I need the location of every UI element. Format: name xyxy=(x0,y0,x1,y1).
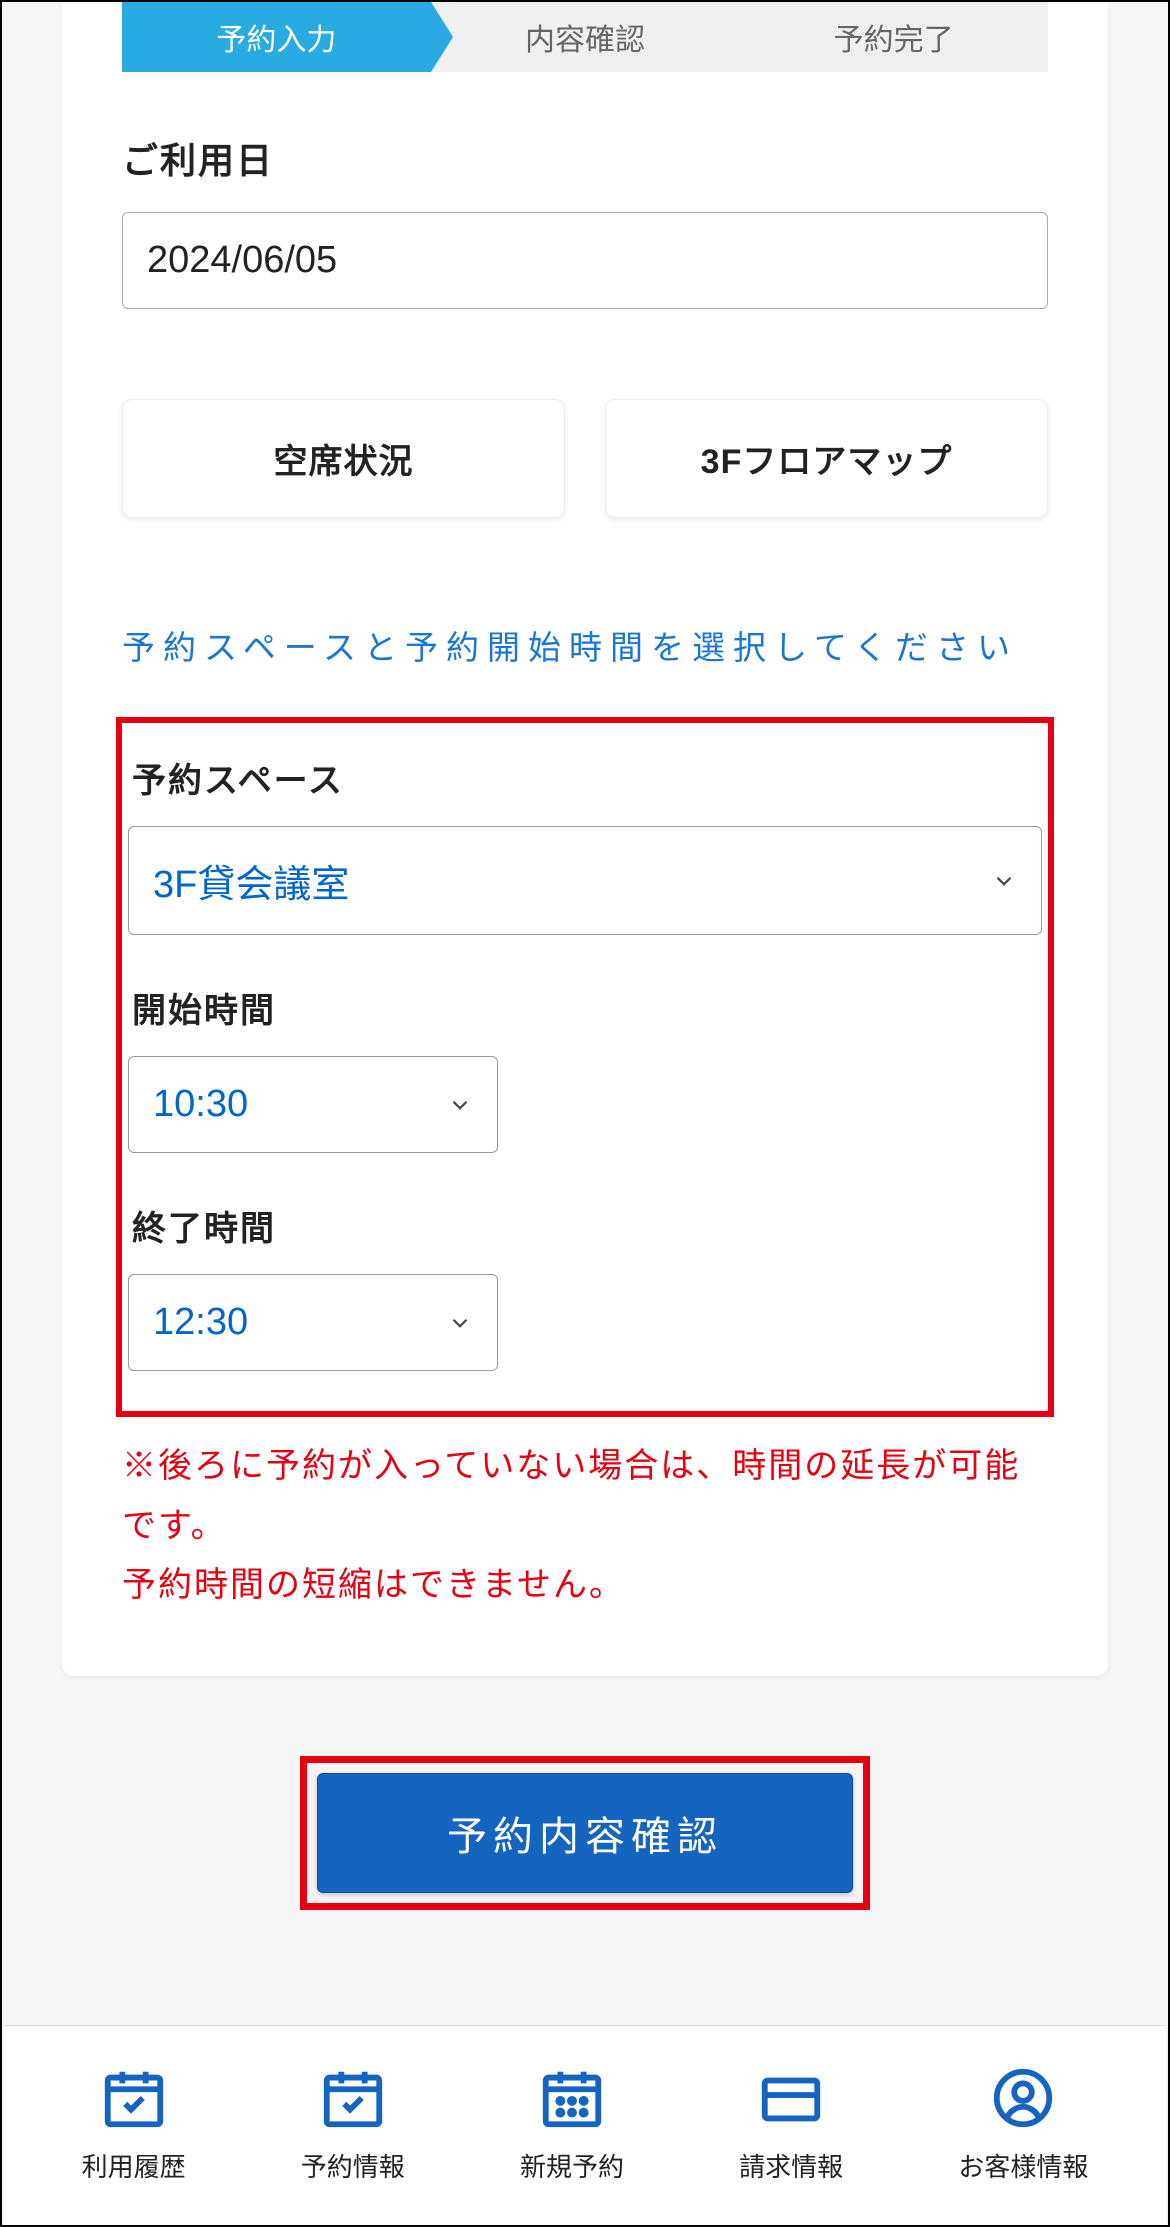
step-input: 予約入力 xyxy=(122,2,431,72)
nav-label: 新規予約 xyxy=(520,2147,624,2184)
card-icon xyxy=(751,2063,831,2133)
nav-customer-info[interactable]: お客様情報 xyxy=(958,2063,1088,2184)
chevron-down-icon xyxy=(447,1092,473,1118)
space-select[interactable]: 3F貸会議室 xyxy=(128,826,1042,935)
nav-history[interactable]: 利用履歴 xyxy=(82,2063,186,2184)
user-icon xyxy=(983,2063,1063,2133)
calendar-grid-icon xyxy=(532,2063,612,2133)
warning-text: ※後ろに予約が入っていない場合は、時間の延長が可能です。 予約時間の短縮はできま… xyxy=(62,1417,1108,1616)
date-label: ご利用日 xyxy=(122,132,1048,184)
availability-button[interactable]: 空席状況 xyxy=(122,399,565,518)
nav-reservation-info[interactable]: 予約情報 xyxy=(301,2063,405,2184)
calendar-check-icon xyxy=(94,2063,174,2133)
start-time-value: 10:30 xyxy=(153,1083,248,1126)
bottom-nav: 利用履歴 予約情報 新規予約 請求情報 お客様情報 xyxy=(4,2025,1166,2225)
progress-stepper: 予約入力 内容確認 予約完了 xyxy=(62,2,1108,72)
nav-new-reservation[interactable]: 新規予約 xyxy=(520,2063,624,2184)
confirm-button[interactable]: 予約内容確認 xyxy=(317,1773,853,1893)
nav-label: お客様情報 xyxy=(958,2147,1088,2184)
end-time-label: 終了時間 xyxy=(128,1201,1042,1250)
calendar-check-icon xyxy=(313,2063,393,2133)
step-complete: 予約完了 xyxy=(739,2,1048,72)
space-label: 予約スペース xyxy=(128,753,1042,802)
end-time-select[interactable]: 12:30 xyxy=(128,1274,498,1371)
nav-billing[interactable]: 請求情報 xyxy=(739,2063,843,2184)
nav-label: 請求情報 xyxy=(739,2147,843,2184)
date-input[interactable]: 2024/06/05 xyxy=(122,212,1048,309)
chevron-down-icon xyxy=(447,1310,473,1336)
space-select-value: 3F貸会議室 xyxy=(153,853,349,908)
reservation-highlight-box: 予約スペース 3F貸会議室 開始時間 10:30 xyxy=(116,717,1054,1417)
chevron-down-icon xyxy=(991,868,1017,894)
nav-label: 利用履歴 xyxy=(82,2147,186,2184)
start-time-select[interactable]: 10:30 xyxy=(128,1056,498,1153)
instruction-text: 予約スペースと予約開始時間を選択してください xyxy=(62,618,1108,677)
start-time-label: 開始時間 xyxy=(128,983,1042,1032)
floormap-button[interactable]: 3Fフロアマップ xyxy=(605,399,1048,518)
end-time-value: 12:30 xyxy=(153,1301,248,1344)
nav-label: 予約情報 xyxy=(301,2147,405,2184)
confirm-button-highlight: 予約内容確認 xyxy=(300,1756,870,1910)
step-confirm: 内容確認 xyxy=(431,2,740,72)
